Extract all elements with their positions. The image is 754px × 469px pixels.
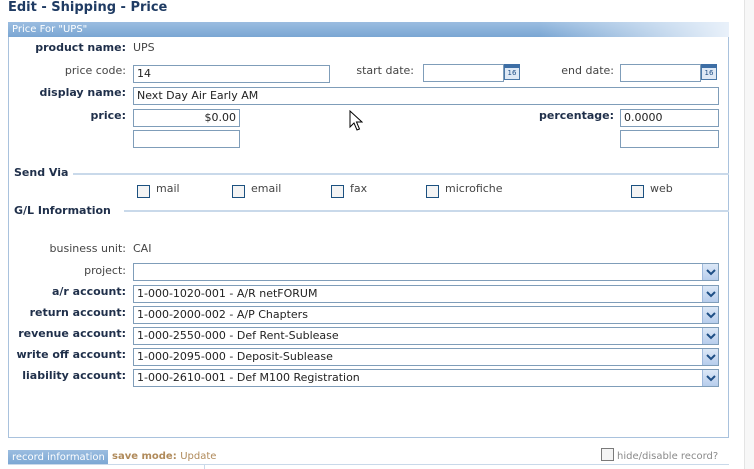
gl-information-divider	[124, 210, 729, 212]
send-via-email-checkbox[interactable]	[232, 185, 245, 198]
end-date-input[interactable]	[620, 64, 701, 82]
send-via-fax-checkbox[interactable]	[331, 185, 344, 198]
mouse-cursor-icon	[349, 110, 363, 131]
write-off-account-select[interactable]: 1-000-2095-000 - Deposit-Sublease	[133, 348, 719, 366]
liability-account-label: liability account:	[22, 369, 126, 382]
hide-disable-record-label: hide/disable record?	[617, 451, 719, 462]
chevron-down-icon[interactable]	[702, 328, 718, 344]
display-name-input[interactable]: Next Day Air Early AM	[133, 87, 719, 105]
return-account-select-value: 1-000-2000-002 - A/P Chapters	[137, 308, 308, 321]
send-via-microfiche-label: microfiche	[445, 182, 503, 195]
write-off-account-label: write off account:	[16, 348, 126, 361]
send-via-fax-label: fax	[350, 182, 368, 195]
product-name-label: product name:	[35, 41, 126, 54]
price-extra-input[interactable]	[133, 130, 240, 148]
chevron-down-icon[interactable]	[702, 349, 718, 365]
project-label: project:	[84, 264, 126, 277]
footer-divider	[8, 464, 729, 465]
record-information-tab[interactable]: record information	[8, 450, 108, 465]
send-via-mail-checkbox[interactable]	[137, 185, 150, 198]
send-via-email-label: email	[251, 182, 282, 195]
panel-header-title: Price For "UPS"	[12, 24, 88, 35]
start-date-input[interactable]	[423, 64, 504, 82]
revenue-account-select-value: 1-000-2550-000 - Def Rent-Sublease	[137, 329, 339, 342]
return-account-select[interactable]: 1-000-2000-002 - A/P Chapters	[133, 306, 719, 324]
return-account-label: return account:	[29, 306, 126, 319]
liability-account-select[interactable]: 1-000-2610-001 - Def M100 Registration	[133, 369, 719, 387]
chevron-down-icon[interactable]	[702, 264, 718, 280]
send-via-web-label: web	[650, 182, 673, 195]
end-date-calendar-icon[interactable]: 16	[701, 64, 717, 80]
price-code-label: price code:	[64, 64, 126, 77]
write-off-account-select-value: 1-000-2095-000 - Deposit-Sublease	[137, 350, 333, 363]
chevron-down-icon[interactable]	[702, 286, 718, 302]
save-mode-value: Update	[180, 451, 217, 462]
panel-header: Price For "UPS"	[8, 22, 729, 37]
business-unit-value: CAI	[133, 242, 152, 255]
page-title: Edit - Shipping - Price	[8, 0, 168, 15]
display-name-label: display name:	[39, 86, 127, 99]
hide-disable-record-checkbox[interactable]	[601, 448, 614, 461]
send-via-title: Send Via	[14, 166, 69, 179]
gl-information-title: G/L Information	[14, 204, 111, 217]
start-date-calendar-icon[interactable]: 16	[504, 64, 520, 80]
end-date-label: end date:	[561, 64, 614, 77]
ar-account-select[interactable]: 1-000-1020-001 - A/R netFORUM	[133, 285, 719, 303]
save-mode-label: save mode:	[112, 451, 177, 462]
liability-account-select-value: 1-000-2610-001 - Def M100 Registration	[137, 371, 360, 384]
percentage-extra-input[interactable]	[620, 130, 719, 148]
percentage-input[interactable]: 0.0000	[620, 109, 719, 127]
product-name-value: UPS	[133, 41, 155, 54]
send-via-divider	[73, 173, 729, 175]
start-date-label: start date:	[356, 64, 414, 77]
send-via-web-checkbox[interactable]	[631, 185, 644, 198]
send-via-microfiche-checkbox[interactable]	[426, 185, 439, 198]
send-via-mail-label: mail	[156, 182, 180, 195]
revenue-account-select[interactable]: 1-000-2550-000 - Def Rent-Sublease	[133, 327, 719, 345]
scrollbar[interactable]	[744, 0, 754, 469]
revenue-account-label: revenue account:	[18, 327, 126, 340]
project-select[interactable]	[133, 263, 719, 281]
price-label: price:	[90, 109, 126, 122]
percentage-label: percentage:	[539, 109, 614, 122]
chevron-down-icon[interactable]	[702, 370, 718, 386]
price-code-input[interactable]: 14	[133, 65, 330, 83]
price-input[interactable]: $0.00	[133, 109, 240, 127]
ar-account-select-value: 1-000-1020-001 - A/R netFORUM	[137, 287, 318, 300]
ar-account-label: a/r account:	[51, 285, 126, 298]
save-mode: save mode: Update	[112, 449, 216, 462]
business-unit-label: business unit:	[49, 242, 126, 255]
chevron-down-icon[interactable]	[702, 307, 718, 323]
